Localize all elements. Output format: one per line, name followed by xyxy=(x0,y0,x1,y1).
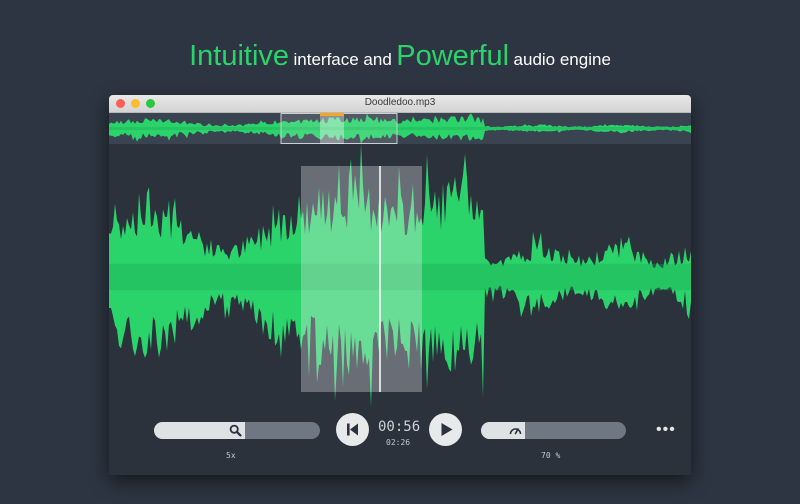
play-icon xyxy=(441,423,453,436)
volume-slider[interactable] xyxy=(481,422,626,439)
headline: Intuitive interface and Powerful audio e… xyxy=(0,40,800,73)
title-bar[interactable]: Doodledoo.mp3 xyxy=(109,95,691,113)
speed-label: 5x xyxy=(226,451,236,460)
total-time: 02:26 xyxy=(386,438,411,447)
overview-selection[interactable] xyxy=(320,113,344,144)
headline-word-intuitive: Intuitive xyxy=(189,40,290,72)
speedometer-icon xyxy=(509,428,522,435)
volume-label: 70 % xyxy=(541,451,561,460)
overview-waveform[interactable] xyxy=(109,113,691,144)
main-waveform[interactable] xyxy=(109,144,691,409)
overview-selection-marker xyxy=(320,113,344,116)
headline-word-powerful: Powerful xyxy=(396,40,510,72)
overview-wave-shape xyxy=(109,113,691,144)
selection-region[interactable] xyxy=(301,166,422,392)
speed-slider[interactable] xyxy=(154,422,320,439)
controls-bar: 5x 00:56 02:26 70 % ••• xyxy=(109,409,691,475)
headline-text-1: interface and xyxy=(293,50,392,69)
skip-back-button[interactable] xyxy=(336,413,369,446)
skip-back-icon xyxy=(347,423,358,436)
app-window: Doodledoo.mp3 5x 00:56 02:26 70 % ••• xyxy=(109,95,691,475)
more-icon[interactable]: ••• xyxy=(656,421,676,439)
window-title: Doodledoo.mp3 xyxy=(364,97,436,108)
play-button[interactable] xyxy=(429,413,462,446)
current-time: 00:56 xyxy=(378,419,421,435)
search-icon xyxy=(229,424,242,437)
headline-text-2: audio engine xyxy=(513,50,611,69)
